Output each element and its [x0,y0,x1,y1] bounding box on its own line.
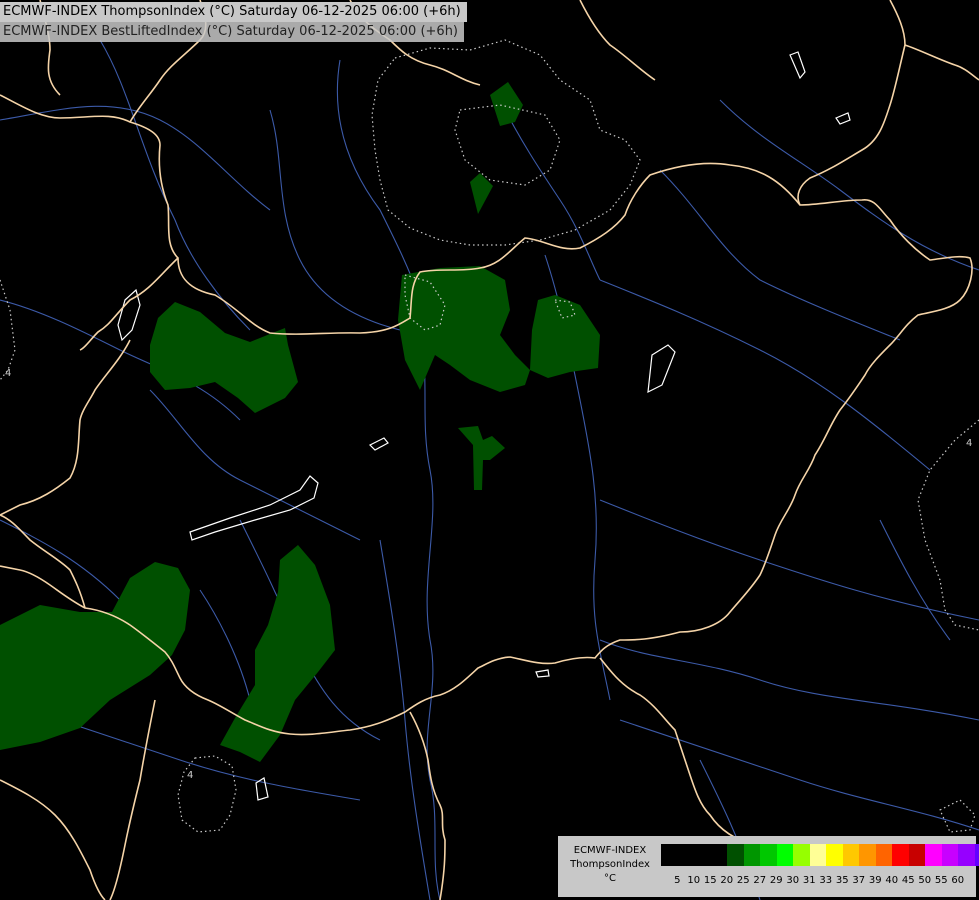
legend-tick-label: 50 [918,875,932,886]
map-canvas: 4 4 4 [0,0,979,900]
legend-swatch [974,844,979,866]
contour-label: 4 [187,770,193,781]
legend-swatch [793,844,810,866]
color-legend: ECMWF-INDEX ThompsonIndex °C 5 10 15 20 25 27… [558,836,979,897]
lakes [117,51,851,801]
legend-tick-label: 25 [736,875,750,886]
legend-tick-label: 31 [802,875,816,886]
legend-tick-label: 55 [934,875,948,886]
rivers [0,39,979,900]
legend-tick-label: 33 [819,875,833,886]
legend-swatch [941,844,958,866]
legend-ticks: 5 10 15 20 25 27 29 30 31 33 35 37 39 40 45 50 55 60 [661,874,966,888]
legend-swatch [743,844,760,866]
legend-tick-label: 35 [835,875,849,886]
legend-model: ECMWF-INDEX [573,845,647,856]
legend-tick-label: 60 [951,875,965,886]
legend-tick-label: 5 [674,875,681,886]
legend-tick-label: 45 [901,875,915,886]
legend-swatch [892,844,909,866]
legend-swatch [760,844,777,866]
legend-swatch [925,844,942,866]
legend-swatch [809,844,826,866]
legend-swatches [661,844,979,866]
legend-swatch [958,844,975,866]
legend-swatch [859,844,876,866]
legend-unit: °C [604,873,616,884]
legend-swatch [710,844,727,866]
legend-swatch [661,844,678,866]
index-contours [0,39,979,833]
thompson-fields [0,82,600,762]
legend-tick-label: 30 [786,875,800,886]
weather-map: 4 4 4 ECMWF-INDEX ThompsonIndex (°C) Sat… [0,0,979,900]
legend-swatch [908,844,925,866]
map-title-thompson: ECMWF-INDEX ThompsonIndex (°C) Saturday … [0,2,467,22]
map-title-bestlifted: ECMWF-INDEX BestLiftedIndex (°C) Saturda… [0,22,464,42]
contour-label: 4 [5,368,11,379]
legend-tick-label: 27 [753,875,767,886]
legend-swatch [826,844,843,866]
legend-swatch [677,844,694,866]
contour-label: 4 [966,438,972,449]
legend-tick-label: 20 [720,875,734,886]
legend-tick-label: 10 [687,875,701,886]
legend-tick-label: 37 [852,875,866,886]
legend-swatch [842,844,859,866]
legend-parameter: ThompsonIndex [570,859,650,870]
legend-swatch [727,844,744,866]
legend-swatch [776,844,793,866]
legend-labels: ECMWF-INDEX ThompsonIndex °C [562,844,658,886]
legend-tick-label: 15 [703,875,717,886]
legend-swatch [694,844,711,866]
legend-tick-label: 29 [769,875,783,886]
legend-tick-label: 39 [868,875,882,886]
legend-swatch [875,844,892,866]
legend-tick-label: 40 [885,875,899,886]
